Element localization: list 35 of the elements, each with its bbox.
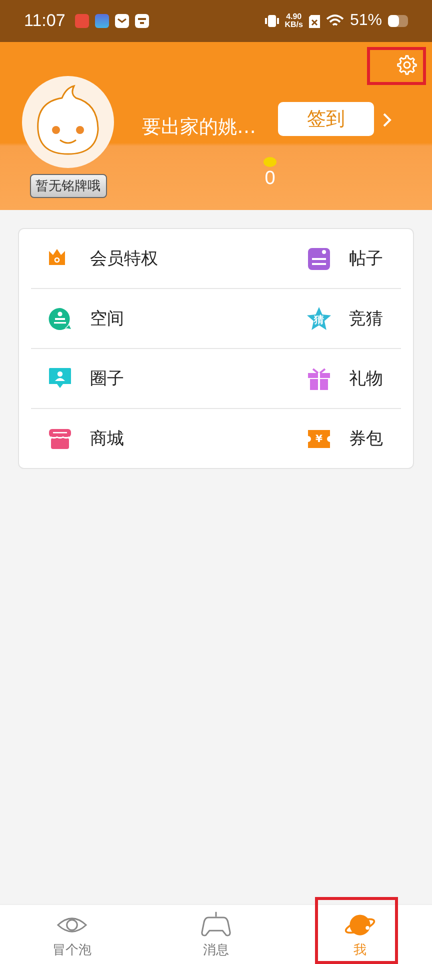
nav-tab[interactable]: 冒个泡 <box>0 905 144 964</box>
menu-item[interactable]: ¥ 券包 <box>216 409 401 468</box>
document-icon <box>307 246 331 270</box>
battery-icon <box>388 15 410 27</box>
user-name: 要出家的姚… <box>142 115 257 140</box>
sim-icon <box>308 14 320 28</box>
network-speed-unit: KB/s <box>284 21 303 29</box>
person-bubble-icon <box>48 366 72 390</box>
avatar-drawing[interactable] <box>22 76 114 168</box>
menu-item[interactable]: 帖子 <box>216 229 401 289</box>
calendar-icon <box>135 14 150 28</box>
mail-icon <box>115 14 130 28</box>
app-notification-icon <box>75 14 90 28</box>
nameplate-label: 暂无铭牌哦 <box>30 174 106 198</box>
bean-count: 0 <box>264 168 276 190</box>
network-speed-value: 4.90 <box>286 13 302 21</box>
menu-item[interactable]: 礼物 <box>216 349 401 409</box>
gift-icon <box>307 366 331 390</box>
app-notification-icon <box>95 14 110 28</box>
settings-button[interactable] <box>396 54 418 76</box>
vibrate-icon <box>264 14 279 28</box>
menu-item[interactable]: 猜 竞猜 <box>216 289 401 349</box>
storefront-icon <box>48 426 72 450</box>
nav-tab[interactable]: 消息 <box>144 905 288 964</box>
menu-item[interactable]: 会员特权 <box>31 229 216 289</box>
star-icon: 猜 <box>307 306 331 330</box>
bean-icon <box>263 156 277 168</box>
battery-percent: 51% <box>350 12 382 30</box>
chevron-right-icon[interactable] <box>382 112 392 128</box>
chat-person-icon <box>48 306 72 330</box>
menu-item[interactable]: 空间 <box>31 289 216 349</box>
menu-item[interactable]: 商城 <box>31 409 216 468</box>
menu-item[interactable]: 圈子 <box>31 349 216 409</box>
clock-time: 11:07 <box>24 11 66 31</box>
wifi-icon <box>326 14 344 28</box>
